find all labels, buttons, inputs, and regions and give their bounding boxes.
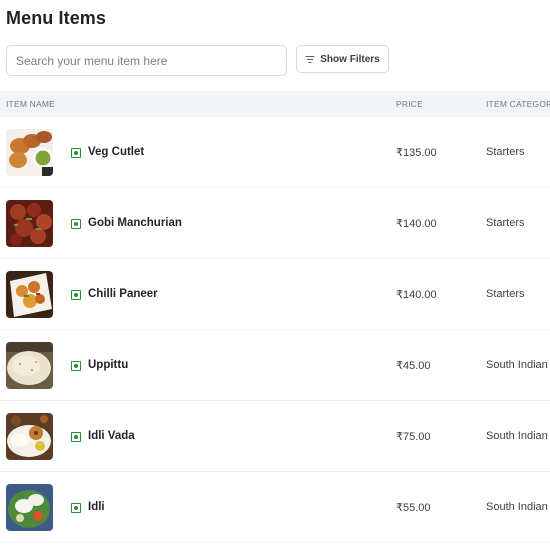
item-thumbnail <box>6 200 53 247</box>
show-filters-label: Show Filters <box>320 53 380 65</box>
item-price: ₹140.00 <box>396 289 437 301</box>
search-box[interactable] <box>6 45 287 76</box>
column-header-item-category[interactable]: ITEM CATEGORY <box>486 99 550 109</box>
column-header-item-name[interactable]: ITEM NAME <box>6 99 55 109</box>
table-row[interactable]: Idli ₹55.00 South Indian <box>0 472 550 543</box>
table-row[interactable]: Idli Vada ₹75.00 South Indian <box>0 401 550 472</box>
column-header-price[interactable]: PRICE <box>396 99 423 109</box>
item-thumbnail <box>6 271 53 318</box>
item-name: Chilli Paneer <box>88 288 158 300</box>
item-thumbnail <box>6 413 53 460</box>
item-name: Idli Vada <box>88 430 135 442</box>
veg-indicator-icon <box>71 219 81 229</box>
menu-items-table-body: Veg Cutlet ₹135.00 Starters Gobi Manchur… <box>0 117 550 543</box>
item-category: South Indian <box>486 501 548 513</box>
item-price: ₹45.00 <box>396 360 431 372</box>
veg-indicator-icon <box>71 148 81 158</box>
table-row[interactable]: Uppittu ₹45.00 South Indian <box>0 330 550 401</box>
table-row[interactable]: Chilli Paneer ₹140.00 Starters <box>0 259 550 330</box>
item-category: Starters <box>486 146 525 158</box>
veg-indicator-icon <box>71 432 81 442</box>
item-thumbnail <box>6 129 53 176</box>
table-row[interactable]: Veg Cutlet ₹135.00 Starters <box>0 117 550 188</box>
item-price: ₹75.00 <box>396 431 431 443</box>
item-category: South Indian <box>486 430 548 442</box>
veg-indicator-icon <box>71 361 81 371</box>
item-price: ₹135.00 <box>396 147 437 159</box>
item-name: Gobi Manchurian <box>88 217 182 229</box>
item-name: Uppittu <box>88 359 129 371</box>
item-category: Starters <box>486 217 525 229</box>
table-row[interactable]: Gobi Manchurian ₹140.00 Starters <box>0 188 550 259</box>
filter-icon <box>305 55 315 63</box>
item-category: South Indian <box>486 359 548 371</box>
page-title: Menu Items <box>6 8 107 28</box>
search-input[interactable] <box>7 46 286 75</box>
item-price: ₹55.00 <box>396 502 431 514</box>
table-header: ITEM NAME PRICE ITEM CATEGORY <box>0 91 550 117</box>
veg-indicator-icon <box>71 290 81 300</box>
item-thumbnail <box>6 484 53 531</box>
show-filters-button[interactable]: Show Filters <box>296 45 389 73</box>
item-thumbnail <box>6 342 53 389</box>
item-category: Starters <box>486 288 525 300</box>
item-name: Idli <box>88 501 105 513</box>
item-name: Veg Cutlet <box>88 146 145 158</box>
veg-indicator-icon <box>71 503 81 513</box>
item-price: ₹140.00 <box>396 218 437 230</box>
